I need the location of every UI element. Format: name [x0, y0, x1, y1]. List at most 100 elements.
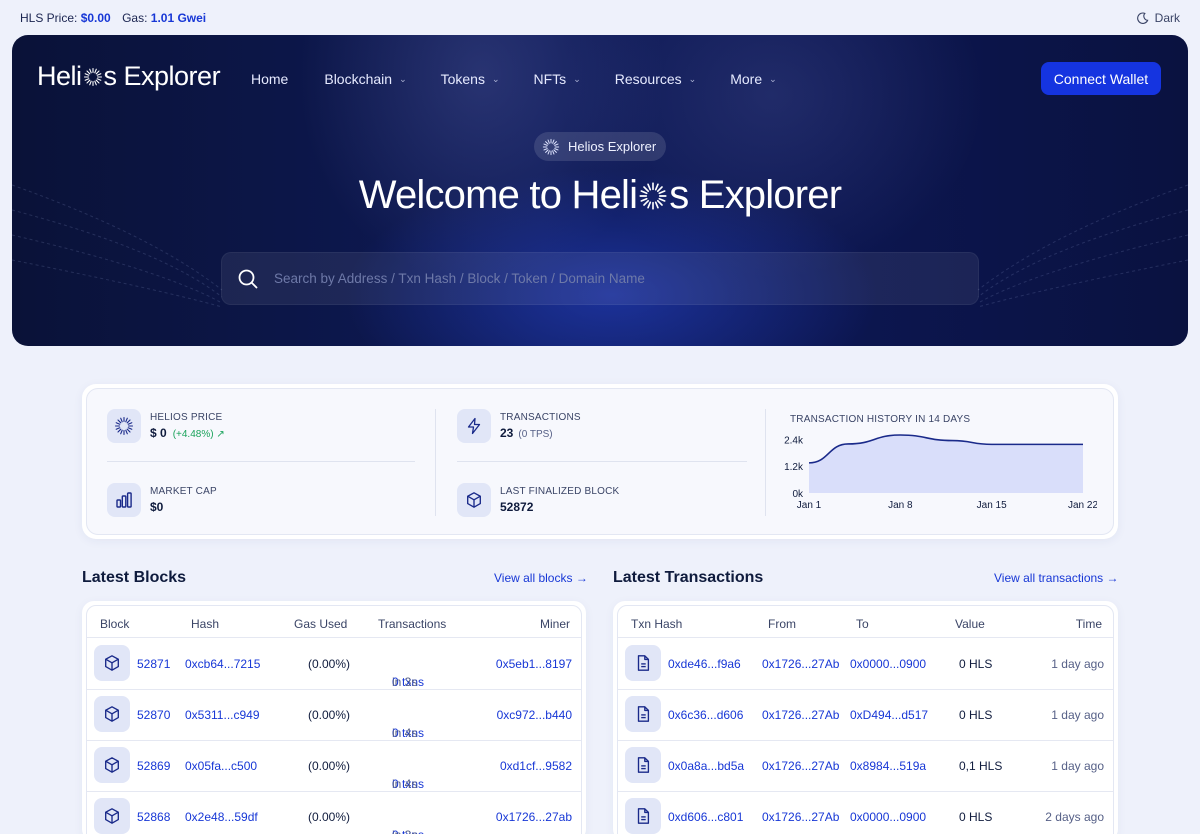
- cube-icon: [103, 654, 121, 672]
- block-number-link[interactable]: 52868: [137, 810, 170, 824]
- table-row[interactable]: 52869 0x05fa...c500 (0.00%) 0 txns in 4s…: [87, 741, 581, 792]
- price-label: HLS Price:: [20, 11, 78, 25]
- view-all-blocks-link[interactable]: View all blocks →: [494, 571, 588, 585]
- hero-pill: Helios Explorer: [534, 132, 666, 161]
- stat-value: $0: [150, 500, 164, 514]
- from-address-link[interactable]: 0x1726...27Ab: [762, 657, 839, 671]
- table-row[interactable]: 0x0a8a...bd5a 0x1726...27Ab 0x8984...519…: [618, 741, 1113, 792]
- col-from: From: [768, 617, 796, 631]
- miner-link[interactable]: 0xc972...b440: [497, 708, 572, 722]
- block-hash-link[interactable]: 0x2e48...59df: [185, 810, 258, 824]
- block-hash-link[interactable]: 0x05fa...c500: [185, 759, 257, 773]
- from-address-link[interactable]: 0x1726...27Ab: [762, 708, 839, 722]
- document-icon: [634, 807, 652, 825]
- helios-sun-icon: [83, 67, 103, 87]
- table-row[interactable]: 52868 0x2e48...59df (0.00%) 0 txns in 3s…: [87, 792, 581, 834]
- block-number-link[interactable]: 52869: [137, 759, 170, 773]
- block-number-link[interactable]: 52870: [137, 708, 170, 722]
- nav-tokens[interactable]: Tokens ⌄: [441, 71, 500, 87]
- txn-time: 1 day ago: [1051, 708, 1104, 722]
- to-address-link[interactable]: 0x0000...0900: [850, 657, 926, 671]
- gas-label: Gas:: [122, 11, 148, 25]
- price-gas-info: HLS Price: $0.00 Gas: 1.01 Gwei: [20, 11, 206, 25]
- block-number-link[interactable]: 52871: [137, 657, 170, 671]
- gas-used: (0.00%): [308, 657, 351, 671]
- gas-used: (0.00%): [308, 810, 351, 824]
- txn-hash-link[interactable]: 0x6c36...d606: [668, 708, 743, 722]
- document-icon: [634, 654, 652, 672]
- x-tick-label: Jan 15: [977, 500, 1007, 511]
- table-row[interactable]: 0xd606...c801 0x1726...27Ab 0x0000...090…: [618, 792, 1113, 834]
- stat-label: MARKET CAP: [150, 486, 217, 497]
- gas-value: 1.01 Gwei: [150, 11, 207, 25]
- from-address-link[interactable]: 0x1726...27Ab: [762, 810, 839, 824]
- col-gas-used: Gas Used: [294, 617, 348, 631]
- txn-time: 2 days ago: [1045, 810, 1104, 824]
- from-address-link[interactable]: 0x1726...27Ab: [762, 759, 839, 773]
- txn-value: 0,1 HLS: [959, 759, 1003, 773]
- nav-blockchain[interactable]: Blockchain ⌄: [324, 71, 406, 87]
- divider: [457, 461, 747, 462]
- document-icon: [634, 705, 652, 723]
- to-address-link[interactable]: 0xD494...d517: [850, 708, 928, 722]
- nav-resources[interactable]: Resources ⌄: [615, 71, 696, 87]
- block-age: in 4s: [392, 777, 418, 791]
- moon-icon: [1136, 11, 1149, 24]
- cube-icon: [103, 705, 121, 723]
- search-icon: [238, 269, 258, 288]
- block-icon-box: [457, 483, 491, 517]
- table-header: Txn Hash From To Value Time: [618, 606, 1113, 638]
- block-age: in 4s: [392, 726, 418, 740]
- txn-hash-link[interactable]: 0x0a8a...bd5a: [668, 759, 744, 773]
- theme-label: Dark: [1154, 11, 1180, 25]
- stat-last-block: LAST FINALIZED BLOCK 52872: [457, 483, 619, 517]
- nav-nfts[interactable]: NFTs ⌄: [534, 71, 581, 87]
- site-logo[interactable]: Heli s Explorer: [37, 61, 221, 92]
- theme-toggle[interactable]: Dark: [1136, 11, 1180, 25]
- helios-sun-icon: [542, 138, 560, 156]
- transactions-table-inner: Txn Hash From To Value Time 0xde46...f9a…: [617, 605, 1114, 834]
- nav-home[interactable]: Home: [251, 71, 288, 87]
- miner-link[interactable]: 0xd1cf...9582: [500, 759, 572, 773]
- search-input[interactable]: [274, 271, 954, 286]
- table-row[interactable]: 0xde46...f9a6 0x1726...27Ab 0x0000...090…: [618, 639, 1113, 690]
- table-row[interactable]: 52871 0xcb64...7215 (0.00%) 0 txns in 3s…: [87, 639, 581, 690]
- hero-title: Welcome to Heli s Explorer: [12, 173, 1188, 218]
- to-address-link[interactable]: 0x0000...0900: [850, 810, 926, 824]
- stat-helios-price: HELIOS PRICE $ 0 (+4.48%) ↗: [107, 409, 225, 443]
- chevron-down-icon: ⌄: [399, 73, 407, 84]
- nav-more[interactable]: More ⌄: [730, 71, 776, 87]
- divider: [765, 409, 766, 516]
- hero-title-start: Welcome to Heli: [358, 173, 638, 217]
- x-tick-label: Jan 1: [797, 500, 822, 511]
- chevron-down-icon: ⌄: [573, 73, 581, 84]
- table-row[interactable]: 52870 0x5311...c949 (0.00%) 0 txns in 4s…: [87, 690, 581, 741]
- stat-transactions: TRANSACTIONS 23 (0 TPS): [457, 409, 581, 443]
- block-hash-link[interactable]: 0xcb64...7215: [185, 657, 260, 671]
- col-transactions: Transactions: [378, 617, 447, 631]
- stats-card: HELIOS PRICE $ 0 (+4.48%) ↗ MARKET CAP $0…: [82, 384, 1118, 539]
- txn-value: 0 HLS: [959, 657, 993, 671]
- block-hash-link[interactable]: 0x5311...c949: [185, 708, 260, 722]
- price-change: (+4.48%) ↗: [172, 429, 225, 440]
- bar-chart-icon: [116, 492, 132, 508]
- latest-transactions-title: Latest Transactions: [613, 569, 764, 586]
- stat-label: TRANSACTIONS: [500, 412, 581, 423]
- txn-hash-link[interactable]: 0xde46...f9a6: [668, 657, 741, 671]
- connect-wallet-button[interactable]: Connect Wallet: [1041, 62, 1161, 95]
- nav-resources-label: Resources: [614, 71, 682, 87]
- blocks-table-inner: Block Hash Gas Used Transactions Miner 5…: [86, 605, 582, 834]
- col-to: To: [856, 617, 869, 631]
- divider: [107, 461, 415, 462]
- to-address-link[interactable]: 0x8984...519a: [850, 759, 926, 773]
- miner-link[interactable]: 0x5eb1...8197: [496, 657, 572, 671]
- miner-link[interactable]: 0x1726...27ab: [496, 810, 572, 824]
- tps-value: (0 TPS): [518, 429, 553, 440]
- block-age: in 3s: [392, 828, 417, 834]
- txn-hash-link[interactable]: 0xd606...c801: [668, 810, 743, 824]
- table-row[interactable]: 0x6c36...d606 0x1726...27Ab 0xD494...d51…: [618, 690, 1113, 741]
- price-value: $0.00: [80, 11, 111, 25]
- x-tick-label: Jan 22: [1068, 500, 1097, 511]
- market-cap-icon-box: [107, 483, 141, 517]
- view-all-transactions-link[interactable]: View all transactions →: [994, 571, 1119, 585]
